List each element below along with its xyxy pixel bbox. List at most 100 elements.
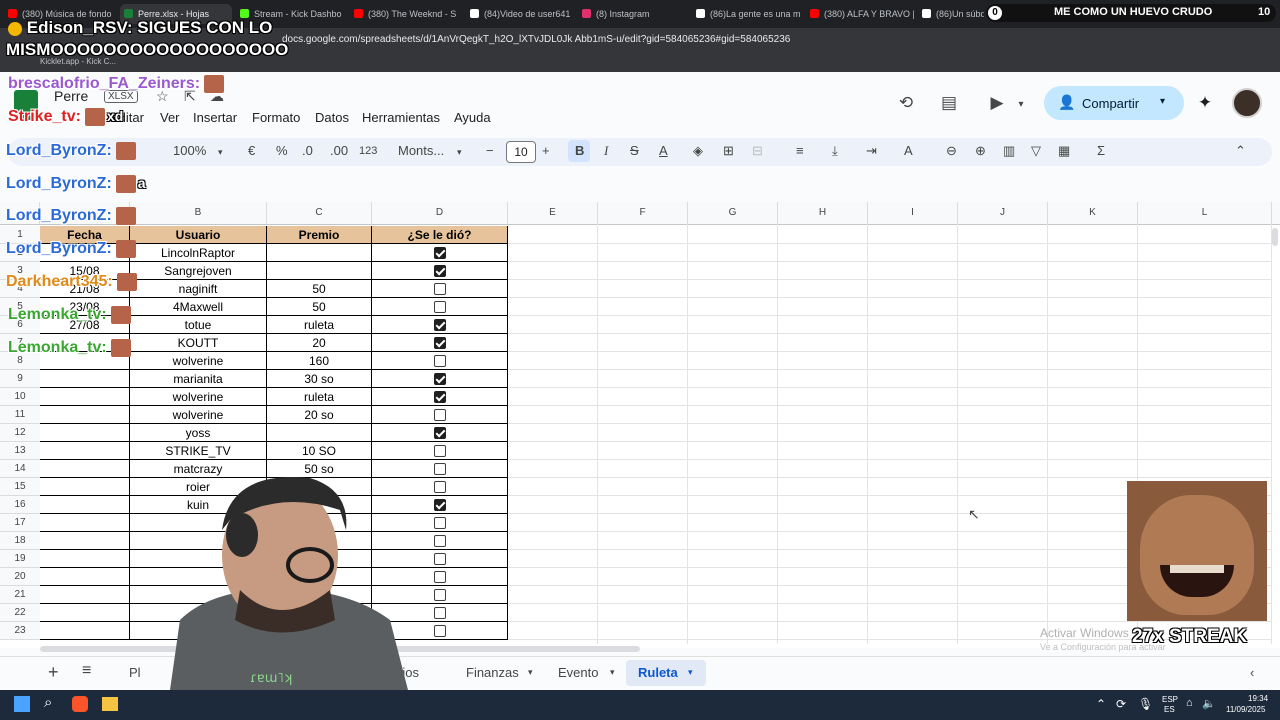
percent-button[interactable]: %: [276, 143, 288, 158]
table-cell-premio[interactable]: 30 so: [267, 370, 372, 388]
table-cell-usuario[interactable]: marianita: [130, 370, 267, 388]
delivered-checkbox[interactable]: [434, 373, 446, 385]
rotate-icon[interactable]: A: [904, 143, 913, 158]
collapse-toolbar-icon[interactable]: ⌃: [1235, 143, 1246, 159]
start-icon[interactable]: [14, 696, 30, 712]
table-cell-fecha[interactable]: [40, 550, 130, 568]
bold-button[interactable]: B: [575, 143, 584, 158]
row-header[interactable]: 22: [0, 604, 40, 622]
network-icon[interactable]: ⌂: [1186, 697, 1193, 709]
table-cell-fecha[interactable]: [40, 604, 130, 622]
column-header[interactable]: J: [958, 202, 1048, 224]
zoom-select[interactable]: 100%: [173, 143, 206, 158]
browser-tab[interactable]: (380) The Weeknd - S: [350, 4, 462, 24]
delivered-checkbox[interactable]: [434, 247, 446, 259]
wrap-icon[interactable]: ⇥: [866, 143, 877, 159]
delivered-checkbox[interactable]: [434, 553, 446, 565]
table-cell-fecha[interactable]: [40, 568, 130, 586]
empty-grid-row[interactable]: [508, 244, 1272, 262]
table-cell-premio[interactable]: 50: [267, 298, 372, 316]
row-header[interactable]: 14: [0, 460, 40, 478]
browser-tab[interactable]: (86)La gente es una m: [692, 4, 802, 24]
row-header[interactable]: 15: [0, 478, 40, 496]
browser-tab[interactable]: (380) ALFA Y BRAVO |: [806, 4, 914, 24]
menu-formato[interactable]: Formato: [252, 110, 300, 125]
row-header[interactable]: 10: [0, 388, 40, 406]
table-cell-premio[interactable]: [267, 244, 372, 262]
delivered-checkbox[interactable]: [434, 625, 446, 637]
comment-icon[interactable]: ⊕: [975, 143, 986, 159]
merge-cells-icon[interactable]: ⊟: [752, 143, 763, 159]
empty-grid-row[interactable]: [508, 262, 1272, 280]
number-format-button[interactable]: 123: [359, 145, 377, 157]
sheet-tab-ruleta[interactable]: Ruleta: [638, 665, 678, 680]
column-header[interactable]: D: [372, 202, 508, 224]
table-cell-premio[interactable]: ruleta: [267, 316, 372, 334]
empty-grid-row[interactable]: [508, 370, 1272, 388]
clock-date[interactable]: 11/09/2025: [1226, 705, 1265, 714]
table-cell-fecha[interactable]: [40, 370, 130, 388]
sheet-tab-pl[interactable]: Pl: [129, 665, 141, 680]
empty-grid-row[interactable]: [508, 334, 1272, 352]
browser-tab[interactable]: (84)Video de user641: [466, 4, 574, 24]
menu-ayuda[interactable]: Ayuda: [454, 110, 491, 125]
font-size-plus-icon[interactable]: +: [542, 143, 550, 158]
strikethrough-button[interactable]: S: [630, 143, 639, 158]
avatar[interactable]: [1232, 88, 1262, 118]
add-sheet-icon[interactable]: +: [48, 662, 59, 683]
table-cell-usuario[interactable]: 4Maxwell: [130, 298, 267, 316]
share-caret-icon[interactable]: ▾: [1160, 96, 1165, 107]
table-cell-premio[interactable]: 10 SO: [267, 442, 372, 460]
empty-grid-row[interactable]: [508, 424, 1272, 442]
table-cell-usuario[interactable]: naginift: [130, 280, 267, 298]
delivered-checkbox[interactable]: [434, 499, 446, 511]
filter-icon[interactable]: ▽: [1031, 143, 1041, 159]
font-size-minus-icon[interactable]: −: [486, 143, 494, 158]
delivered-checkbox[interactable]: [434, 445, 446, 457]
delivered-checkbox[interactable]: [434, 283, 446, 295]
functions-icon[interactable]: Σ: [1097, 143, 1105, 158]
vertical-scrollbar[interactable]: [1272, 228, 1278, 246]
delivered-checkbox[interactable]: [434, 463, 446, 475]
empty-grid-row[interactable]: [508, 352, 1272, 370]
delivered-checkbox[interactable]: [434, 517, 446, 529]
row-header[interactable]: 19: [0, 550, 40, 568]
tray-app-icon[interactable]: ⟳: [1116, 697, 1126, 711]
table-cell-fecha[interactable]: [40, 406, 130, 424]
menu-herramientas[interactable]: Herramientas: [362, 110, 440, 125]
empty-grid-row[interactable]: [508, 226, 1272, 244]
empty-grid-row[interactable]: [508, 298, 1272, 316]
italic-button[interactable]: I: [604, 143, 608, 159]
table-cell-fecha[interactable]: [40, 424, 130, 442]
table-cell-fecha[interactable]: [40, 478, 130, 496]
browser-tab[interactable]: (8) Instagram: [578, 4, 688, 24]
comments-icon[interactable]: ▤: [938, 92, 960, 114]
fill-color-icon[interactable]: ◈: [693, 143, 703, 159]
table-cell-usuario[interactable]: STRIKE_TV: [130, 442, 267, 460]
table-cell-usuario[interactable]: Sangrejoven: [130, 262, 267, 280]
table-header-cell[interactable]: ¿Se le dió?: [372, 226, 508, 244]
delivered-checkbox[interactable]: [434, 607, 446, 619]
table-cell-premio[interactable]: 20: [267, 334, 372, 352]
column-header[interactable]: G: [688, 202, 778, 224]
text-color-button[interactable]: A: [659, 143, 668, 158]
row-header[interactable]: 18: [0, 532, 40, 550]
delivered-checkbox[interactable]: [434, 427, 446, 439]
table-header-cell[interactable]: Usuario: [130, 226, 267, 244]
table-cell-usuario[interactable]: totue: [130, 316, 267, 334]
table-cell-fecha[interactable]: [40, 460, 130, 478]
column-header[interactable]: F: [598, 202, 688, 224]
delivered-checkbox[interactable]: [434, 391, 446, 403]
delivered-checkbox[interactable]: [434, 319, 446, 331]
row-header[interactable]: 17: [0, 514, 40, 532]
filter-views-icon[interactable]: ▦: [1058, 143, 1070, 159]
column-header[interactable]: L: [1138, 202, 1272, 224]
search-icon[interactable]: ⌕: [44, 694, 52, 711]
table-cell-fecha[interactable]: [40, 388, 130, 406]
table-cell-usuario[interactable]: wolverine: [130, 352, 267, 370]
sheet-tab-finanzas[interactable]: Finanzas: [466, 665, 519, 680]
borders-icon[interactable]: ⊞: [723, 143, 734, 159]
table-cell-premio[interactable]: 20 so: [267, 406, 372, 424]
clock-time[interactable]: 19:34: [1248, 694, 1268, 703]
ruleta-chevron-icon[interactable]: ▾: [688, 667, 693, 678]
